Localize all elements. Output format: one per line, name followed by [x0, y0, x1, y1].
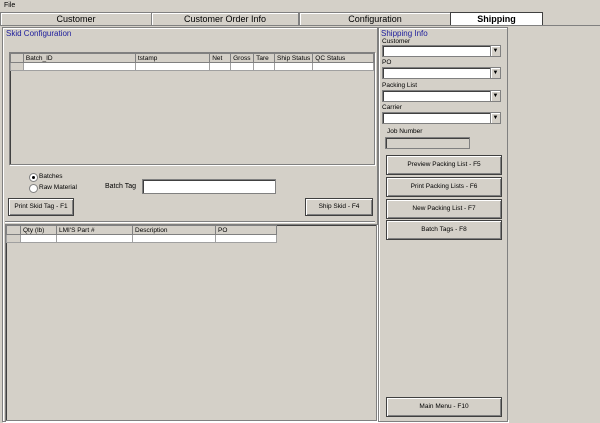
- job-number-label: Job Number: [387, 128, 423, 135]
- col-tstamp[interactable]: tstamp: [134, 53, 211, 63]
- carrier-label: Carrier: [382, 104, 402, 111]
- empty-area: [508, 27, 598, 420]
- po-select[interactable]: ▼: [382, 67, 501, 79]
- tab-strip: Customer Customer Order Info Configurati…: [0, 12, 600, 26]
- col-qc-status[interactable]: QC Status: [312, 53, 374, 63]
- cell[interactable]: [312, 62, 374, 71]
- parts-grid[interactable]: Qty (lb) LMI'S Part # Description PO: [6, 225, 277, 243]
- col-description[interactable]: Description: [132, 225, 216, 235]
- customer-select[interactable]: ▼: [382, 45, 501, 57]
- po-label: PO: [382, 59, 392, 66]
- col-part-number[interactable]: LMI'S Part #: [56, 225, 133, 235]
- col-batch-id[interactable]: Batch_ID: [22, 53, 136, 63]
- packing-list-select[interactable]: ▼: [382, 90, 501, 102]
- skid-grid-area: Batch_ID tstamp Net Gross Tare Ship Stat…: [9, 52, 375, 165]
- print-skid-tag-button[interactable]: Print Skid Tag - F1: [8, 198, 74, 216]
- skid-grid-header: Batch_ID tstamp Net Gross Tare Ship Stat…: [10, 53, 374, 63]
- radio-raw-material[interactable]: [29, 184, 38, 193]
- radio-selected-dot: [32, 176, 35, 179]
- cell[interactable]: [215, 234, 277, 243]
- cell[interactable]: [132, 234, 216, 243]
- table-row[interactable]: [6, 234, 277, 243]
- col-gross[interactable]: Gross: [230, 53, 255, 63]
- row-selector[interactable]: [6, 234, 21, 243]
- row-selector-header: [10, 53, 24, 63]
- tab-shipping[interactable]: Shipping: [450, 12, 543, 26]
- col-ship-status[interactable]: Ship Status: [274, 53, 314, 63]
- print-packing-lists-button[interactable]: Print Packing Lists - F6: [386, 177, 502, 197]
- parts-grid-area: Qty (lb) LMI'S Part # Description PO: [5, 224, 377, 421]
- batch-tag-label: Batch Tag: [105, 183, 137, 190]
- shipping-info-title: Shipping Info: [381, 29, 428, 38]
- col-qty[interactable]: Qty (lb): [20, 225, 57, 235]
- cell[interactable]: [253, 62, 276, 71]
- tab-customer[interactable]: Customer: [0, 12, 152, 25]
- radio-batches[interactable]: [29, 173, 38, 182]
- tab-divider: [0, 25, 600, 26]
- table-row[interactable]: [10, 62, 374, 71]
- cell[interactable]: [134, 62, 211, 71]
- section-divider: [5, 221, 375, 222]
- ship-skid-button[interactable]: Ship Skid - F4: [305, 198, 373, 216]
- cell[interactable]: [56, 234, 133, 243]
- chevron-down-icon[interactable]: ▼: [490, 91, 500, 101]
- customer-label: Customer: [382, 38, 411, 45]
- batch-tags-button[interactable]: Batch Tags - F8: [386, 220, 502, 240]
- cell[interactable]: [22, 62, 136, 71]
- skid-config-title: Skid Configuration: [6, 29, 72, 38]
- new-packing-list-button[interactable]: New Packing List - F7: [386, 199, 502, 219]
- parts-grid-header: Qty (lb) LMI'S Part # Description PO: [6, 225, 277, 235]
- chevron-down-icon[interactable]: ▼: [490, 113, 500, 123]
- main-menu-button[interactable]: Main Menu - F10: [386, 397, 502, 417]
- radio-batches-label: Batches: [39, 173, 63, 180]
- cell[interactable]: [230, 62, 255, 71]
- chevron-down-icon[interactable]: ▼: [490, 68, 500, 78]
- menu-file[interactable]: File: [4, 2, 15, 9]
- job-number-field: [385, 137, 470, 149]
- tab-customer-order-info[interactable]: Customer Order Info: [151, 12, 299, 25]
- skid-grid[interactable]: Batch_ID tstamp Net Gross Tare Ship Stat…: [10, 53, 374, 71]
- chevron-down-icon[interactable]: ▼: [490, 46, 500, 56]
- menu-bar: File: [0, 0, 600, 12]
- packing-list-label: Packing List: [382, 82, 418, 89]
- col-po[interactable]: PO: [215, 225, 277, 235]
- cell[interactable]: [209, 62, 232, 71]
- row-selector[interactable]: [10, 62, 24, 71]
- tab-configuration[interactable]: Configuration: [299, 12, 451, 25]
- col-tare[interactable]: Tare: [253, 53, 276, 63]
- cell[interactable]: [20, 234, 57, 243]
- cell[interactable]: [274, 62, 314, 71]
- batch-tag-input[interactable]: [142, 179, 276, 194]
- col-net[interactable]: Net: [209, 53, 232, 63]
- preview-packing-list-button[interactable]: Preview Packing List - F5: [386, 155, 502, 175]
- radio-raw-material-label: Raw Material: [39, 184, 77, 191]
- carrier-select[interactable]: ▼: [382, 112, 501, 124]
- row-selector-header: [6, 225, 21, 235]
